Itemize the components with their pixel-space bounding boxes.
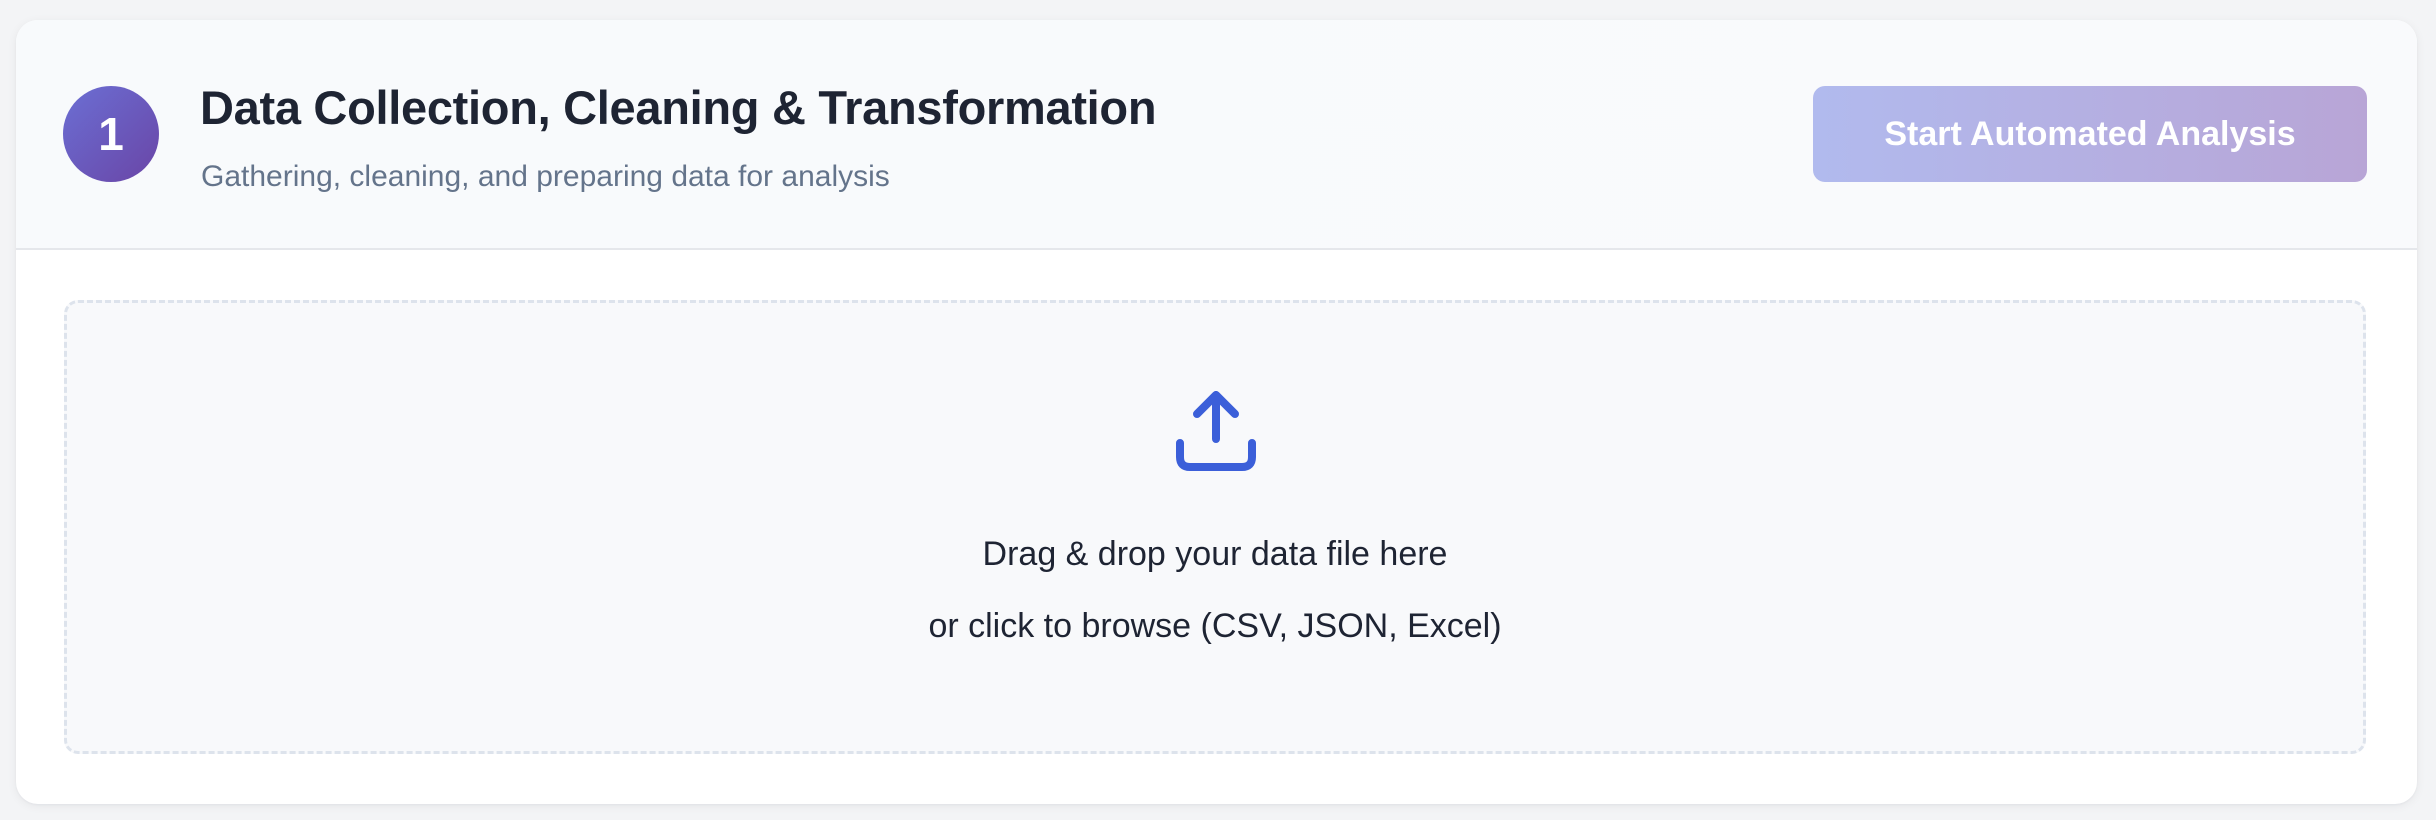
dropzone-browse-text: or click to browse (CSV, JSON, Excel) bbox=[928, 607, 1502, 645]
step-title: Data Collection, Cleaning & Transformati… bbox=[200, 81, 1157, 134]
step-header: 1 Data Collection, Cleaning & Transforma… bbox=[16, 20, 2417, 250]
start-analysis-button[interactable]: Start Automated Analysis bbox=[1813, 86, 2367, 182]
dropzone-main-text: Drag & drop your data file here bbox=[982, 535, 1448, 573]
step-card: 1 Data Collection, Cleaning & Transforma… bbox=[16, 20, 2417, 804]
step-subtitle: Gathering, cleaning, and preparing data … bbox=[201, 160, 890, 193]
step-number: 1 bbox=[98, 108, 124, 160]
upload-icon bbox=[1176, 391, 1256, 471]
step-number-badge: 1 bbox=[63, 86, 159, 182]
file-dropzone[interactable]: Drag & drop your data file here or click… bbox=[64, 300, 2366, 754]
